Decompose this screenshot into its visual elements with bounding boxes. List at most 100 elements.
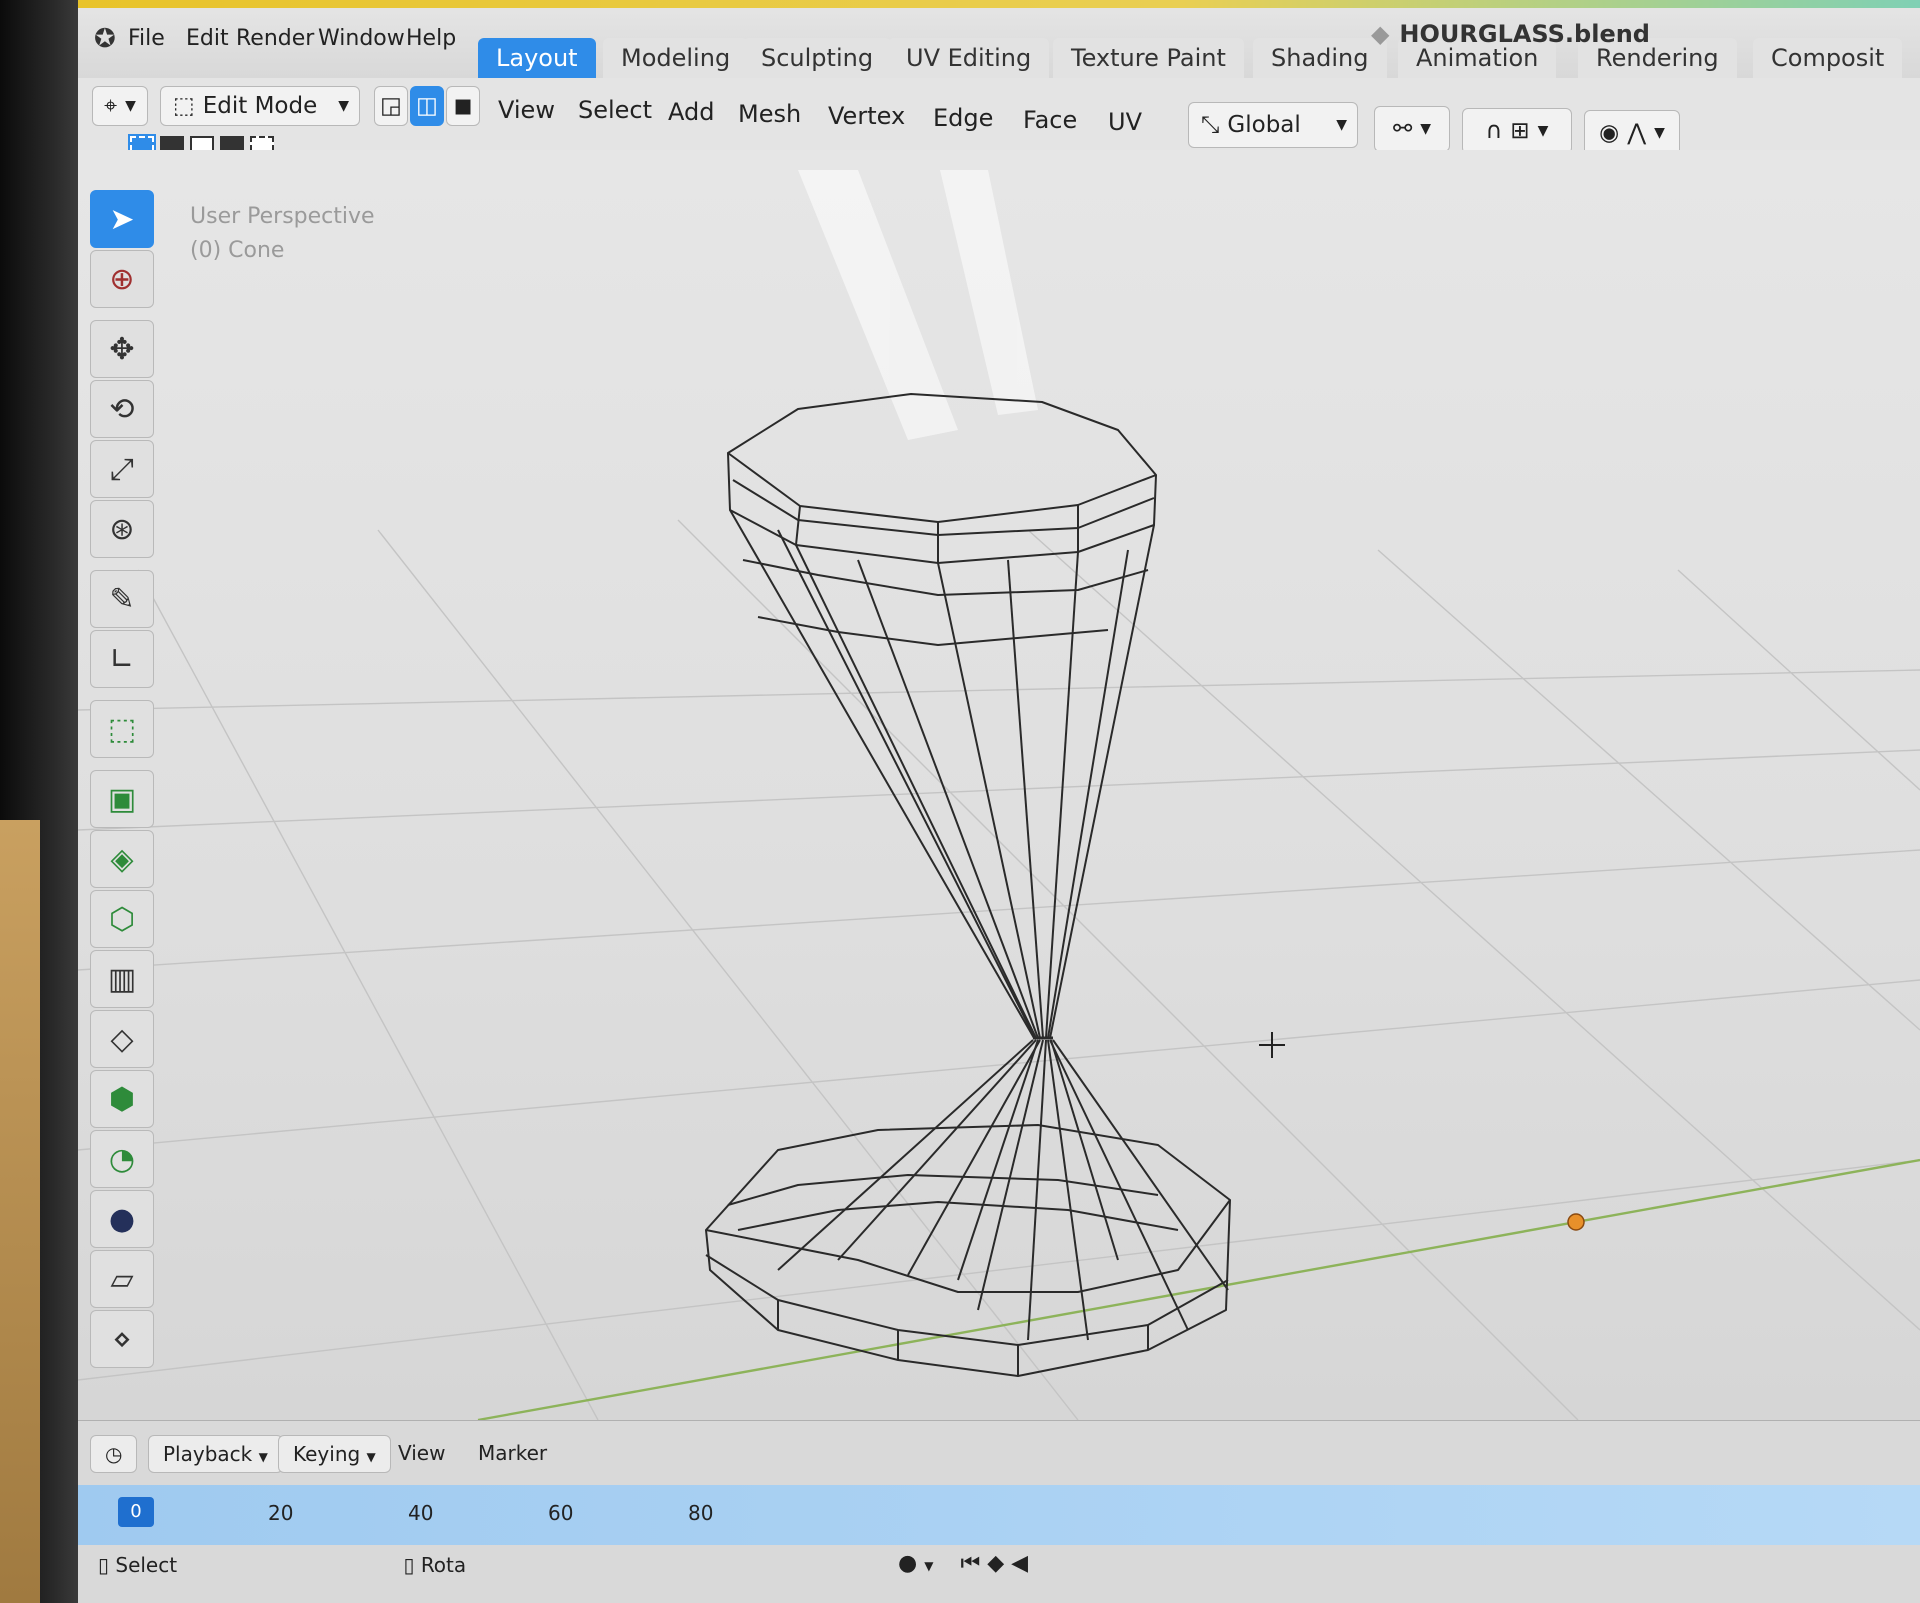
blender-logo-icon[interactable]: ✪ bbox=[94, 24, 124, 54]
menu-add[interactable]: Add bbox=[668, 98, 714, 126]
bevel-tool[interactable]: ⬡ bbox=[90, 890, 154, 948]
shear-icon: ▱ bbox=[110, 1261, 134, 1297]
pivot-point-select[interactable]: ⚯ ▼ bbox=[1374, 106, 1450, 152]
poly-build-icon: ⬢ bbox=[108, 1081, 136, 1117]
menu-edit[interactable]: Edit bbox=[186, 26, 229, 51]
tab-layout[interactable]: Layout bbox=[478, 38, 596, 78]
timeline-editor-type[interactable]: ◷ bbox=[90, 1435, 138, 1473]
perspective-label: User Perspective bbox=[190, 204, 375, 229]
file-title-text: HOURGLASS.blend bbox=[1399, 20, 1650, 48]
inset-icon: ◈ bbox=[110, 841, 134, 877]
playback-controls: ● ▼ ⏮ ◆ ◀ bbox=[898, 1551, 1028, 1576]
mouse-middle-icon: ▯ bbox=[403, 1553, 415, 1577]
inset-tool[interactable]: ◈ bbox=[90, 830, 154, 888]
editor-type-button[interactable]: ⌖ ▼ bbox=[92, 86, 148, 126]
keying-menu[interactable]: Keying ▼ bbox=[278, 1435, 391, 1473]
chevron-down-icon: ▼ bbox=[366, 1450, 376, 1464]
menu-render[interactable]: Render bbox=[236, 26, 314, 51]
unsaved-icon: ◆ bbox=[1370, 20, 1390, 48]
measure-tool[interactable]: ∟ bbox=[90, 630, 154, 688]
poly-build-tool[interactable]: ⬢ bbox=[90, 1070, 154, 1128]
scale-icon: ⤢ bbox=[110, 451, 134, 487]
cursor-tool[interactable]: ⊕ bbox=[90, 250, 154, 308]
orientation-label: Global bbox=[1227, 112, 1301, 138]
edit-mode-icon: ⬚ bbox=[173, 93, 195, 119]
playback-menu[interactable]: Playback ▼ bbox=[148, 1435, 283, 1473]
loop-cut-icon: ▥ bbox=[107, 961, 137, 997]
smooth-tool[interactable]: ● bbox=[90, 1190, 154, 1248]
status-select-hint: Select bbox=[115, 1553, 178, 1577]
rotate-tool[interactable]: ⟲ bbox=[90, 380, 154, 438]
tab-sculpting[interactable]: Sculpting bbox=[743, 38, 892, 78]
shrink-icon: ⋄ bbox=[112, 1321, 132, 1357]
edge-select-button[interactable]: ◫ bbox=[410, 86, 444, 126]
transform-tool[interactable]: ⊛ bbox=[90, 500, 154, 558]
menu-view[interactable]: View bbox=[498, 96, 555, 124]
face-select-button[interactable]: ◼ bbox=[446, 86, 480, 126]
clock-icon: ◷ bbox=[105, 1442, 123, 1466]
tool-shelf: ➤ ⊕ ✥ ⟲ ⤢ ⊛ ✎ ∟ ⬚ ▣ ◈ ⬡ ▥ ◇ ⬢ ◔ ● ▱ ⋄ bbox=[90, 190, 156, 1410]
spin-icon: ◔ bbox=[108, 1141, 136, 1177]
edge-mode-icon: ◫ bbox=[416, 93, 438, 119]
move-tool[interactable]: ✥ bbox=[90, 320, 154, 378]
smooth-icon: ● bbox=[108, 1201, 136, 1237]
tab-texture-paint[interactable]: Texture Paint bbox=[1053, 38, 1244, 78]
extrude-tool[interactable]: ▣ bbox=[90, 770, 154, 828]
annotate-tool[interactable]: ✎ bbox=[90, 570, 154, 628]
menu-file[interactable]: File bbox=[128, 26, 165, 51]
knife-tool[interactable]: ◇ bbox=[90, 1010, 154, 1068]
measure-icon: ∟ bbox=[109, 641, 135, 677]
prev-keyframe-icon[interactable]: ◆ bbox=[987, 1551, 1004, 1576]
tab-uv-editing[interactable]: UV Editing bbox=[888, 38, 1050, 78]
select-box-icon: ➤ bbox=[109, 201, 135, 237]
3d-cursor-icon[interactable] bbox=[1259, 1032, 1285, 1058]
play-reverse-icon[interactable]: ◀ bbox=[1011, 1551, 1028, 1576]
menu-window[interactable]: Window bbox=[318, 26, 405, 51]
timeline-editor: ◷ Playback ▼ Keying ▼ View Marker 0 20 4… bbox=[78, 1420, 1920, 1603]
menu-select[interactable]: Select bbox=[578, 96, 652, 124]
chevron-down-icon: ▼ bbox=[1336, 117, 1347, 133]
active-object-label: (0) Cone bbox=[190, 238, 285, 263]
add-cube-tool[interactable]: ⬚ bbox=[90, 700, 154, 758]
jump-start-icon[interactable]: ⏮ bbox=[960, 1551, 980, 1576]
timeline-marker-menu[interactable]: Marker bbox=[478, 1441, 547, 1465]
mode-select[interactable]: ⬚ Edit Mode ▼ bbox=[160, 86, 360, 126]
annotate-icon: ✎ bbox=[109, 581, 135, 617]
menu-mesh[interactable]: Mesh bbox=[738, 100, 801, 128]
extrude-icon: ▣ bbox=[107, 781, 137, 817]
loop-cut-tool[interactable]: ▥ bbox=[90, 950, 154, 1008]
light-object[interactable] bbox=[1567, 1213, 1585, 1231]
falloff-icon: ⋀ bbox=[1627, 120, 1647, 146]
move-icon: ✥ bbox=[109, 331, 135, 367]
menu-edge[interactable]: Edge bbox=[933, 104, 993, 132]
shear-tool[interactable]: ▱ bbox=[90, 1250, 154, 1308]
spin-tool[interactable]: ◔ bbox=[90, 1130, 154, 1188]
scale-tool[interactable]: ⤢ bbox=[90, 440, 154, 498]
hourglass-mesh[interactable] bbox=[705, 393, 1231, 1377]
chevron-down-icon[interactable]: ▼ bbox=[924, 1559, 933, 1573]
3d-viewport[interactable]: User Perspective (0) Cone ➤ ⊕ ✥ ⟲ ⤢ ⊛ ✎ … bbox=[78, 150, 1920, 1420]
tab-shading[interactable]: Shading bbox=[1253, 38, 1387, 78]
chevron-down-icon: ▼ bbox=[258, 1450, 268, 1464]
orientation-axes-icon: ⤡ bbox=[1201, 112, 1220, 138]
menu-help[interactable]: Help bbox=[406, 26, 456, 51]
blender-window: ✪ File Edit Render Window Help Layout Mo… bbox=[78, 0, 1920, 1603]
record-icon[interactable]: ● bbox=[898, 1551, 917, 1576]
snap-toggle[interactable]: ∩ ⊞ ▼ bbox=[1462, 108, 1572, 154]
timeline-view-menu[interactable]: View bbox=[398, 1441, 445, 1465]
bevel-icon: ⬡ bbox=[108, 901, 136, 937]
select-box-tool[interactable]: ➤ bbox=[90, 190, 154, 248]
menu-vertex[interactable]: Vertex bbox=[828, 102, 905, 130]
menu-face[interactable]: Face bbox=[1023, 106, 1077, 134]
y-axis-line bbox=[477, 1158, 1920, 1420]
tab-compositing[interactable]: Composit bbox=[1753, 38, 1903, 78]
shrink-tool[interactable]: ⋄ bbox=[90, 1310, 154, 1368]
current-frame-indicator[interactable]: 0 bbox=[118, 1497, 154, 1527]
tab-modeling[interactable]: Modeling bbox=[603, 38, 749, 78]
chevron-down-icon: ▼ bbox=[125, 98, 136, 114]
transform-orientation-select[interactable]: ⤡ Global ▼ bbox=[1188, 102, 1358, 148]
frame-ruler[interactable]: 0 20 40 60 80 bbox=[78, 1485, 1920, 1545]
magnet-icon: ∩ bbox=[1485, 118, 1503, 144]
vertex-select-button[interactable]: ◲ bbox=[374, 86, 408, 126]
menu-uv[interactable]: UV bbox=[1108, 108, 1142, 136]
